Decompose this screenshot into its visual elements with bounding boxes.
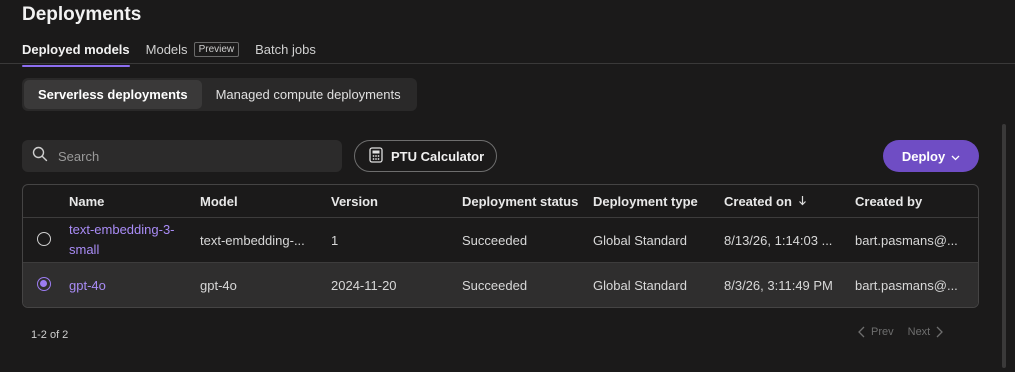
search-box: [22, 140, 342, 172]
tab-label: Deployed models: [22, 41, 130, 57]
prev-page-button[interactable]: Prev: [858, 326, 894, 338]
created-on-cell: 8/13/26, 1:14:03 ...: [724, 232, 833, 248]
deployment-type-toggle: Serverless deployments Managed compute d…: [22, 78, 417, 111]
tab-batch-jobs[interactable]: Batch jobs: [255, 36, 316, 62]
prev-label: Prev: [871, 326, 894, 338]
tab-label: Batch jobs: [255, 41, 316, 57]
preview-badge: Preview: [193, 41, 240, 57]
ptu-calculator-label: PTU Calculator: [391, 148, 485, 164]
next-page-button[interactable]: Next: [908, 326, 944, 338]
table-header-row: Name Model Version Deployment status Dep…: [23, 185, 978, 218]
tab-divider: [0, 63, 1015, 64]
column-header-status[interactable]: Deployment status: [462, 194, 587, 209]
search-input[interactable]: [56, 147, 330, 165]
tab-deployed-models[interactable]: Deployed models: [22, 36, 130, 67]
radio-button[interactable]: [37, 231, 51, 246]
pagination-range: 1-2 of 2: [31, 329, 69, 341]
deployment-name-link[interactable]: text-embedding-3-small: [69, 220, 189, 260]
deploy-button[interactable]: Deploy: [883, 140, 979, 172]
created-on-cell: 8/3/26, 3:11:49 PM: [724, 278, 833, 293]
chevron-left-icon: [858, 326, 865, 338]
type-cell: Global Standard: [593, 278, 687, 293]
search-icon: [32, 146, 48, 167]
next-label: Next: [907, 326, 931, 338]
table-row[interactable]: gpt-4o gpt-4o 2024-11-20 Succeeded Globa…: [23, 263, 978, 307]
status-cell: Succeeded: [462, 278, 528, 293]
chevron-right-icon: [936, 326, 944, 338]
created-on-label: Created on: [724, 193, 792, 209]
version-cell: 2024-11-20: [331, 278, 397, 293]
ptu-calculator-button[interactable]: PTU Calculator: [354, 140, 498, 172]
column-header-model[interactable]: Model: [200, 194, 318, 209]
column-header-created-on[interactable]: Created on: [724, 194, 846, 209]
pagination-controls: Prev Next: [858, 326, 944, 338]
column-header-version[interactable]: Version: [331, 194, 449, 209]
model-cell: gpt-4o: [200, 278, 237, 293]
deployment-name-link[interactable]: gpt-4o: [69, 276, 189, 296]
deploy-label: Deploy: [901, 148, 946, 164]
row-select-radio[interactable]: [37, 277, 57, 294]
version-cell: 1: [331, 232, 339, 248]
type-cell: Global Standard: [593, 232, 687, 248]
tab-bar: Deployed models Models Preview Batch job…: [22, 36, 316, 67]
created-by-cell: bart.pasmans@...: [855, 232, 958, 248]
calculator-icon: [369, 146, 383, 166]
model-cell: text-embedding-...: [200, 232, 305, 248]
tab-label: Models: [145, 41, 188, 57]
arrow-down-icon: [798, 194, 807, 209]
segment-serverless[interactable]: Serverless deployments: [24, 80, 202, 109]
chevron-down-icon: [951, 149, 960, 164]
segment-managed-compute[interactable]: Managed compute deployments: [202, 80, 415, 109]
deployments-table: Name Model Version Deployment status Dep…: [22, 184, 979, 308]
vertical-scrollbar[interactable]: [1002, 124, 1006, 368]
page-title: Deployments: [22, 4, 142, 25]
tab-models[interactable]: Models Preview: [146, 36, 240, 62]
radio-button[interactable]: [37, 277, 51, 291]
table-row[interactable]: text-embedding-3-small text-embedding-..…: [23, 218, 978, 263]
column-header-type[interactable]: Deployment type: [593, 194, 713, 209]
status-cell: Succeeded: [462, 232, 528, 248]
column-header-created-by[interactable]: Created by: [855, 194, 967, 209]
created-by-cell: bart.pasmans@...: [855, 278, 958, 293]
row-select-radio[interactable]: [37, 231, 57, 249]
column-header-name[interactable]: Name: [69, 194, 189, 209]
